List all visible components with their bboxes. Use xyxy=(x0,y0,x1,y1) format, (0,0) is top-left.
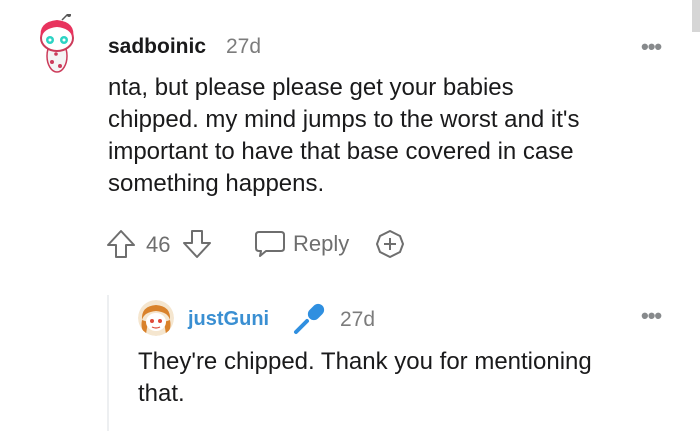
comment-body-line: chipped. my mind jumps to the worst and … xyxy=(108,106,580,133)
reply-username[interactable]: justGuni xyxy=(188,308,269,331)
reply-body-line: They're chipped. Thank you for mentionin… xyxy=(138,348,592,375)
reply-timestamp: 27d xyxy=(340,308,376,331)
downvote-icon[interactable] xyxy=(182,228,212,260)
more-options-icon[interactable]: ••• xyxy=(641,34,662,60)
scrollbar[interactable] xyxy=(692,0,700,32)
reply-body-line: that. xyxy=(138,380,185,407)
thread-line[interactable] xyxy=(107,295,109,431)
more-options-icon[interactable]: ••• xyxy=(641,303,662,329)
chat-bubble-icon xyxy=(255,231,285,257)
user-avatar[interactable] xyxy=(32,14,82,76)
award-button[interactable] xyxy=(374,228,406,260)
reply-label: Reply xyxy=(293,231,350,256)
add-award-icon xyxy=(376,230,404,258)
comment-body-line: something happens. xyxy=(108,170,325,197)
vote-score: 46 xyxy=(146,232,171,257)
comment-body-line: nta, but please please get your babies xyxy=(108,74,514,101)
snoo-avatar-icon xyxy=(40,14,74,73)
comment-body-line: important to have that base covered in c… xyxy=(108,138,574,165)
reply-avatar[interactable] xyxy=(138,300,174,336)
snoo-avatar-icon xyxy=(138,300,174,336)
comment-timestamp: 27d xyxy=(226,35,262,58)
comment-username[interactable]: sadboinic xyxy=(108,35,206,59)
upvote-icon[interactable] xyxy=(106,228,136,260)
microphone-icon xyxy=(290,300,328,343)
reply-button[interactable]: Reply xyxy=(253,229,349,259)
